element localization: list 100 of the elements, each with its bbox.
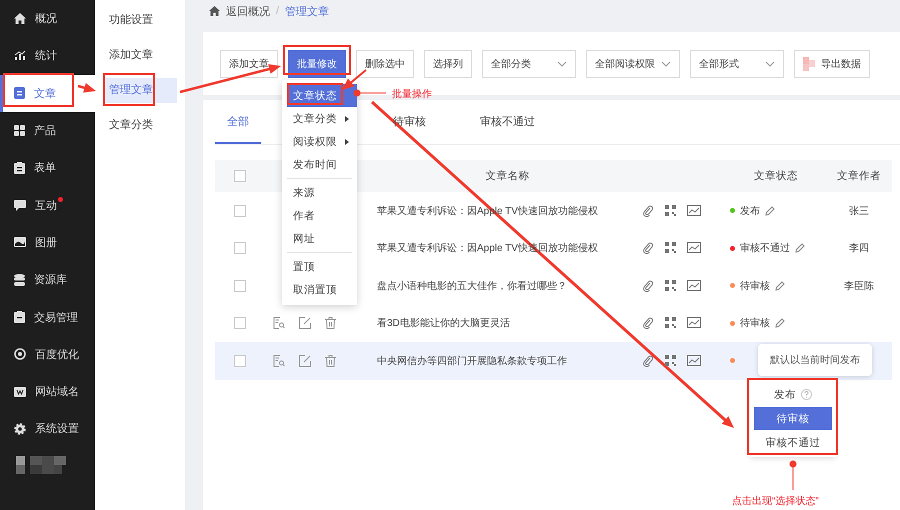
status-text[interactable]: 待审核 — [740, 278, 770, 293]
author-cell-text: 李臣陈 — [843, 280, 875, 293]
status-option[interactable]: 待审核 — [754, 407, 832, 430]
sidebar-item[interactable]: 网站域名 — [0, 372, 95, 410]
status-option[interactable]: 审核不通过 — [754, 431, 832, 454]
preview-icon[interactable] — [273, 317, 285, 330]
highlight-frame — [103, 73, 155, 106]
menu-item[interactable]: 发布时间 — [282, 153, 357, 176]
image-icon[interactable] — [687, 354, 701, 366]
paperclip-icon[interactable] — [642, 317, 654, 330]
document-icon — [14, 87, 25, 100]
article-title[interactable]: 中央网信办等四部门开展隐私条款专项工作 — [373, 354, 642, 368]
qr-code-icon[interactable] — [665, 354, 676, 366]
pencil-icon[interactable] — [795, 243, 805, 254]
chevron-icon — [661, 60, 671, 66]
database-icon — [14, 274, 25, 286]
grid-icon — [14, 125, 25, 136]
article-title[interactable]: 盘点小语种电影的五大佳作，你看过哪些？ — [373, 278, 642, 293]
menu-item[interactable]: 置顶 — [282, 255, 357, 278]
submenu-item[interactable]: 文章分类 — [103, 113, 177, 138]
column-header: 文章名称 — [484, 169, 530, 183]
toolbar-button[interactable]: 选择列 — [424, 50, 472, 78]
target-icon — [14, 348, 26, 360]
menu-item[interactable]: 取消置顶 — [282, 278, 357, 301]
blurred-icon — [803, 56, 815, 70]
checkbox[interactable] — [234, 317, 246, 330]
batch-edit-button[interactable]: 批量修改 — [288, 50, 346, 78]
trash-icon[interactable] — [325, 354, 336, 367]
chevron-icon — [557, 60, 567, 66]
filter-dropdown[interactable]: 全部分类 — [482, 50, 576, 78]
sidebar-item[interactable]: 概况 — [0, 0, 95, 38]
sidebar-item[interactable]: 表单 — [0, 149, 95, 186]
leader-line — [790, 460, 796, 490]
paperclip-icon[interactable] — [642, 242, 654, 254]
status-option[interactable]: 发布 — [754, 383, 832, 406]
breadcrumb-separator: / — [276, 5, 280, 17]
image-icon[interactable] — [687, 317, 701, 328]
pencil-icon[interactable] — [775, 318, 785, 328]
annotation-arrow — [342, 69, 367, 90]
paperclip-icon[interactable] — [642, 204, 654, 217]
sidebar-item[interactable]: 系统设置 — [0, 410, 95, 448]
qr-code-icon[interactable] — [665, 204, 676, 216]
breadcrumb-link[interactable]: 返回概况 — [226, 4, 270, 18]
status-text[interactable]: 发布 — [740, 204, 760, 218]
edit-icon[interactable] — [299, 354, 311, 367]
sidebar-item[interactable]: 资源库 — [0, 261, 95, 298]
checkbox[interactable] — [234, 242, 246, 254]
sidebar-item[interactable]: 交易管理 — [0, 298, 95, 336]
toolbar-button[interactable]: 删除选中 — [356, 50, 414, 78]
submenu-item[interactable]: 管理文章 — [103, 78, 177, 103]
image-icon[interactable] — [687, 204, 701, 216]
menu-item[interactable]: 文章分类 — [282, 107, 357, 130]
article-title[interactable]: 看3D电影能让你的大脑更灵活 — [373, 316, 642, 330]
sidebar-item[interactable]: 图册 — [0, 224, 95, 262]
clipboard-icon — [14, 162, 25, 174]
qr-code-icon[interactable] — [665, 317, 676, 328]
annotation-label: 点击出现“选择状态” — [732, 494, 819, 508]
sidebar-item[interactable]: 统计 — [0, 37, 95, 75]
submenu-item[interactable]: 功能设置 — [103, 8, 177, 33]
sidebar-item[interactable]: 产品 — [0, 112, 95, 150]
qr-code-icon[interactable] — [665, 280, 676, 291]
caret-icon — [345, 138, 349, 144]
sidebar-item[interactable]: 百度优化 — [0, 336, 95, 373]
menu-item[interactable]: 阅读权限 — [282, 130, 357, 153]
image-icon[interactable] — [687, 280, 701, 291]
chevron-icon — [765, 60, 775, 66]
filter-dropdown[interactable]: 全部阅读权限 — [586, 50, 680, 78]
help-icon — [801, 389, 812, 400]
toolbar-button[interactable]: 添加文章 — [220, 50, 278, 78]
checkbox[interactable] — [234, 280, 246, 292]
column-header: 文章作者 — [836, 169, 882, 183]
menu-item[interactable]: 网址 — [282, 227, 357, 250]
menu-item[interactable]: 来源 — [282, 181, 357, 204]
trash-icon[interactable] — [325, 317, 336, 330]
pencil-icon[interactable] — [775, 280, 785, 291]
submenu-item[interactable]: 添加文章 — [103, 43, 177, 68]
status-text[interactable]: 审核不通过 — [740, 241, 790, 256]
edit-icon[interactable] — [299, 317, 311, 330]
checkbox[interactable] — [234, 204, 246, 217]
menu-item[interactable]: 作者 — [282, 204, 357, 227]
image-icon[interactable] — [687, 242, 701, 254]
highlight-frame — [283, 45, 351, 75]
status-text[interactable]: 待审核 — [740, 316, 770, 330]
checkbox[interactable] — [234, 170, 246, 182]
tab[interactable]: 审核不通过 — [468, 100, 547, 144]
home-icon — [14, 13, 26, 24]
qr-code-icon[interactable] — [665, 242, 676, 254]
checkbox[interactable] — [234, 354, 246, 367]
sidebar-item[interactable]: 互动 — [0, 186, 95, 224]
pencil-icon[interactable] — [765, 206, 775, 216]
home-icon[interactable] — [209, 6, 220, 16]
image-icon — [14, 237, 26, 248]
paperclip-icon[interactable] — [642, 280, 654, 292]
annotation-label: 批量操作 — [392, 88, 432, 101]
paperclip-icon[interactable] — [642, 354, 654, 367]
preview-icon[interactable] — [273, 354, 285, 367]
export-button[interactable]: 导出数据 — [794, 50, 870, 78]
highlight-frame — [287, 83, 343, 105]
filter-dropdown[interactable]: 全部形式 — [690, 50, 784, 78]
tab[interactable]: 全部 — [215, 100, 261, 144]
